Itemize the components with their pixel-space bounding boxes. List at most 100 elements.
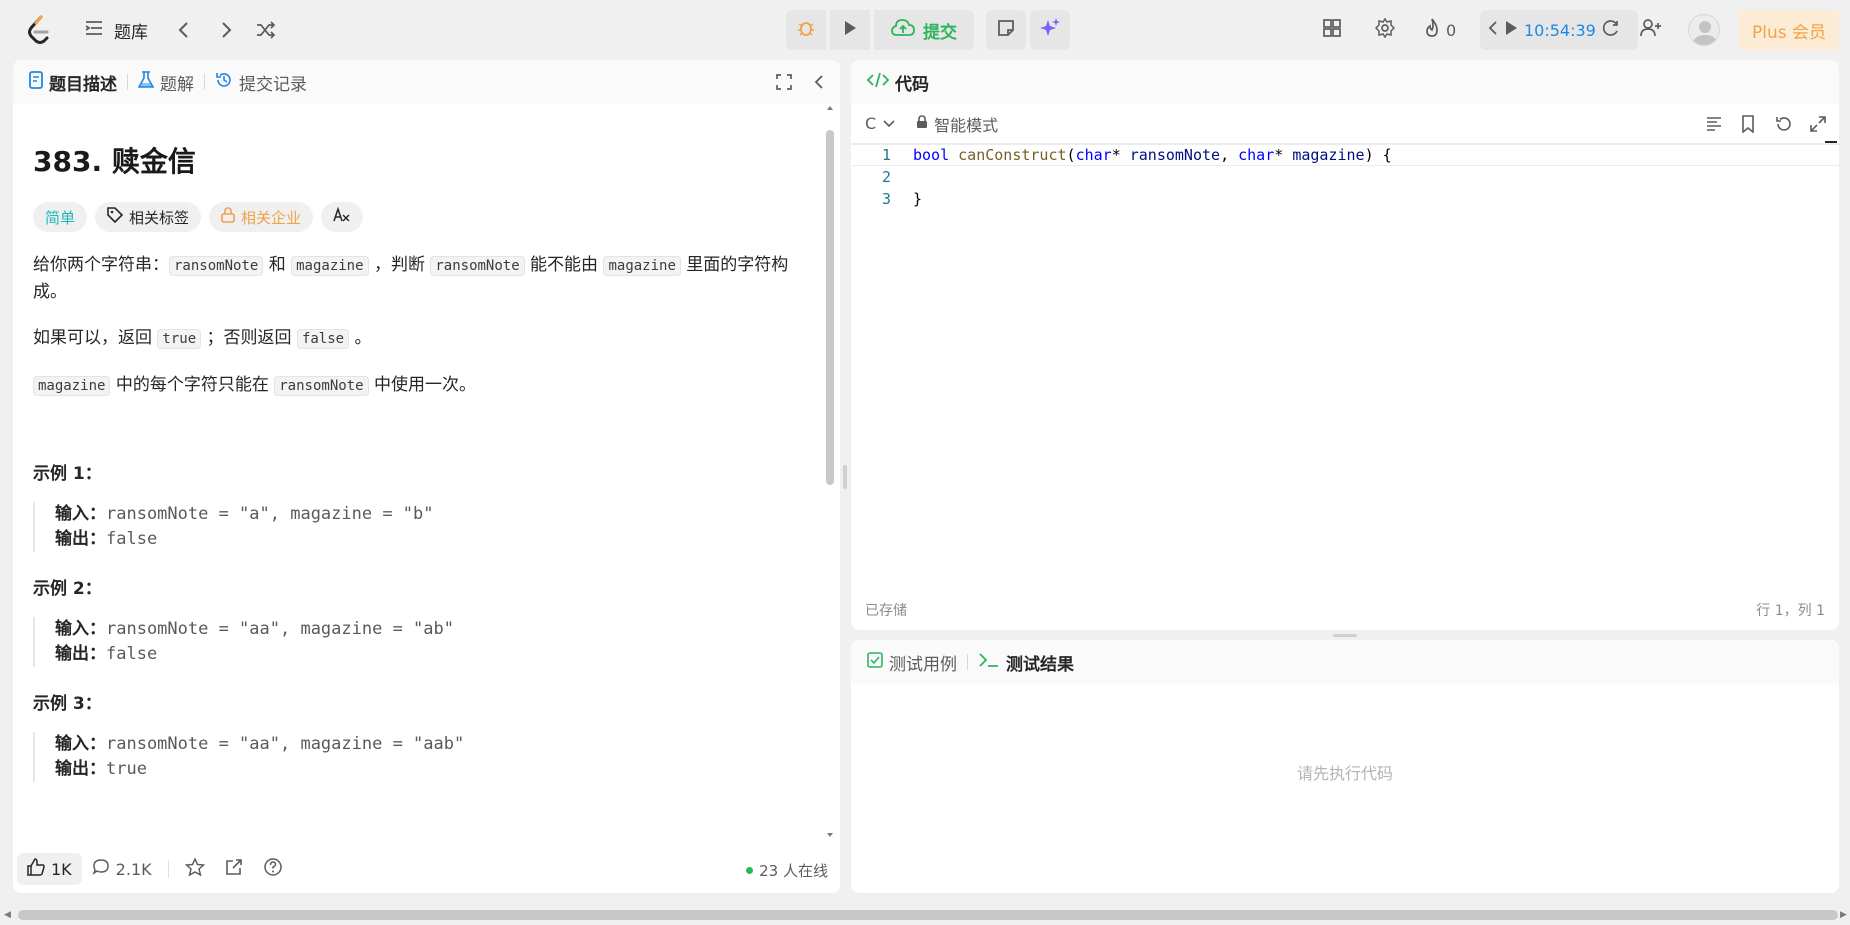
tab-submissions[interactable]: 提交记录 <box>215 70 307 95</box>
tab-description-label: 题目描述 <box>49 74 117 95</box>
scroll-left-icon[interactable]: ◀ <box>4 910 11 920</box>
code-text: } <box>913 190 923 208</box>
example-output: false <box>106 529 158 549</box>
related-tags-label: 相关标签 <box>129 208 190 227</box>
difficulty-badge: 简单 <box>33 202 88 232</box>
streak-counter[interactable]: 0 <box>1424 10 1456 50</box>
code-line[interactable]: 1 bool canConstruct(char* ransomNote, ch… <box>851 144 1839 166</box>
submit-button[interactable]: 提交 <box>874 10 974 50</box>
online-count-label: 23 人在线 <box>759 862 828 880</box>
terminal-icon <box>978 652 1000 673</box>
horizontal-scrollbar[interactable] <box>18 910 1838 920</box>
lock-icon <box>221 207 235 227</box>
code-panel: 代码 C 智能模式 1 bool canConstruct(char* rans… <box>851 60 1839 630</box>
like-button[interactable]: 1K <box>17 853 82 885</box>
desc-text: 中的每个字符只能在 <box>110 375 275 395</box>
lock-icon <box>916 114 928 133</box>
problem-title: 383. 赎金信 <box>33 145 196 178</box>
tab-submissions-label: 提交记录 <box>239 74 307 95</box>
tab-description[interactable]: 题目描述 <box>29 70 117 95</box>
code-false: false <box>296 329 350 349</box>
translate-button[interactable] <box>321 202 364 232</box>
smart-mode-toggle[interactable]: 智能模式 <box>916 112 998 136</box>
reset-icon[interactable] <box>1775 115 1793 137</box>
format-icon[interactable] <box>1705 115 1723 137</box>
list-icon <box>84 19 104 42</box>
scroll-thumb[interactable] <box>826 130 834 485</box>
tab-code[interactable]: 代码 <box>866 70 929 95</box>
layout-button[interactable] <box>1322 10 1342 50</box>
fullscreen-icon[interactable] <box>775 73 793 96</box>
footer-divider <box>167 860 169 878</box>
tab-solutions[interactable]: 题解 <box>137 70 194 95</box>
play-icon <box>842 19 858 41</box>
related-companies-button[interactable]: 相关企业 <box>209 202 314 232</box>
help-button[interactable] <box>253 853 293 885</box>
add-user-icon <box>1640 18 1662 42</box>
code-editor[interactable]: 1 bool canConstruct(char* ransomNote, ch… <box>851 141 1839 544</box>
comments-button[interactable]: 2.1K <box>82 853 162 885</box>
vertical-splitter[interactable] <box>843 465 847 489</box>
code-line[interactable]: 2 <box>851 166 1839 188</box>
tab-testcase[interactable]: 测试用例 <box>867 650 957 675</box>
vertical-scrollbar[interactable] <box>825 104 835 839</box>
desc-text: 。 <box>349 328 372 348</box>
run-button[interactable] <box>830 10 870 50</box>
like-count: 1K <box>51 859 72 879</box>
example-block: 输入：ransomNote = "aa", magazine = "aab" 输… <box>33 732 803 782</box>
code-ransomnote: ransomNote <box>430 256 525 276</box>
ai-assistant-button[interactable] <box>1030 10 1070 50</box>
next-problem-icon[interactable] <box>212 16 240 44</box>
avatar[interactable] <box>1688 14 1720 46</box>
chevron-down-icon <box>882 114 896 133</box>
related-tags-button[interactable]: 相关标签 <box>95 202 202 232</box>
share-button[interactable] <box>215 853 253 885</box>
description-paragraph-3: magazine 中的每个字符只能在 ransomNote 中使用一次。 <box>33 372 803 399</box>
flame-icon <box>1424 18 1440 42</box>
problem-footer: 1K 2.1K 23 人在线 <box>13 845 840 893</box>
star-icon <box>184 857 205 880</box>
timer-value[interactable]: 10:54:39 <box>1524 21 1596 40</box>
tab-test-result[interactable]: 测试结果 <box>978 650 1074 675</box>
tag-row: 简单 相关标签 相关企业 <box>33 202 803 232</box>
example-2: 示例 2： 输入：ransomNote = "aa", magazine = "… <box>33 574 803 667</box>
shuffle-icon[interactable] <box>252 16 280 44</box>
online-count: 23 人在线 <box>746 860 828 881</box>
refresh-icon[interactable] <box>1602 19 1620 41</box>
note-icon <box>997 19 1015 41</box>
chevron-left-icon[interactable] <box>1488 20 1498 40</box>
gear-icon <box>1374 17 1396 42</box>
leetcode-logo-icon[interactable] <box>26 14 52 46</box>
play-timer-icon[interactable] <box>1504 20 1518 40</box>
plus-membership-button[interactable]: Plus 会员 <box>1739 10 1839 50</box>
favorite-button[interactable] <box>175 853 215 885</box>
scroll-right-icon[interactable]: ▶ <box>1840 910 1847 920</box>
invite-button[interactable] <box>1640 10 1662 50</box>
thumbs-up-icon <box>27 858 45 880</box>
layout-icon <box>1322 18 1342 42</box>
settings-button[interactable] <box>1374 10 1396 50</box>
tab-divider <box>204 74 205 90</box>
debug-button[interactable] <box>786 10 826 50</box>
result-tabs: 测试用例 测试结果 <box>851 640 1839 684</box>
input-label: 输入： <box>55 504 106 524</box>
cursor-position: 行 1，列 1 <box>1756 603 1825 619</box>
code-true: true <box>157 329 202 349</box>
example-title: 示例 3： <box>33 694 102 714</box>
language-select[interactable]: C <box>865 114 896 133</box>
example-title: 示例 2： <box>33 579 102 599</box>
code-line[interactable]: 3 } <box>851 188 1839 210</box>
comment-count: 2.1K <box>115 859 152 879</box>
horizontal-splitter[interactable] <box>1333 634 1357 637</box>
collapse-icon[interactable] <box>813 73 825 96</box>
prev-problem-icon[interactable] <box>170 16 198 44</box>
bookmark-icon[interactable] <box>1741 115 1755 137</box>
editor-toolbar: C 智能模式 <box>851 104 1839 144</box>
code-magazine: magazine <box>291 256 369 276</box>
question-icon <box>263 857 283 881</box>
notes-button[interactable] <box>986 10 1026 50</box>
expand-icon[interactable] <box>1809 115 1827 137</box>
problem-list-button[interactable]: 题库 <box>84 18 148 43</box>
result-panel: 测试用例 测试结果 请先执行代码 <box>851 640 1839 893</box>
problem-list-label: 题库 <box>114 23 148 43</box>
